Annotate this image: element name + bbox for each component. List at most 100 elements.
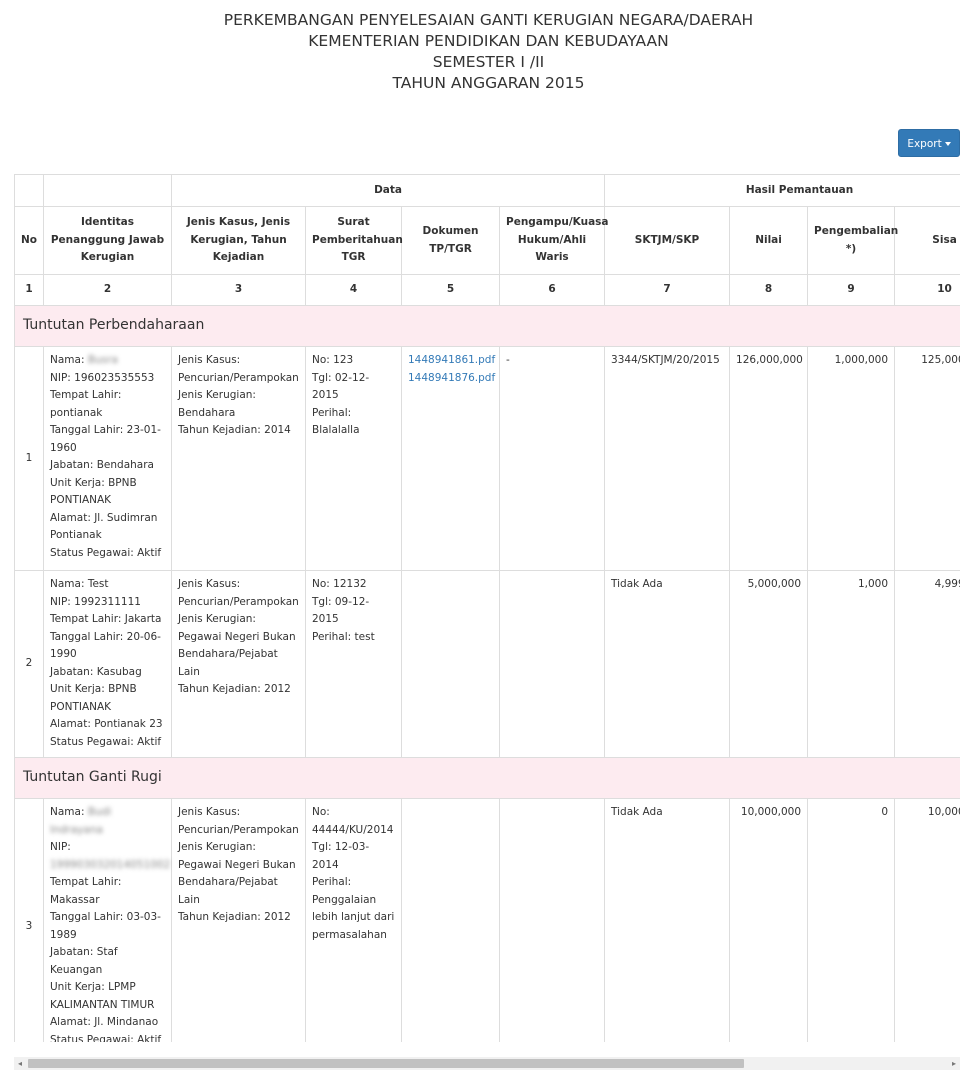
identitas-line: Jabatan: Staf Keuangan <box>50 946 118 976</box>
identitas-nama: Nama: Budi Indrayana <box>50 806 112 836</box>
report-table-container[interactable]: Data Hasil Pemantauan No Identitas Penan… <box>14 174 960 1042</box>
identitas-nama: Nama: Busra <box>50 354 118 366</box>
cell-pengampu <box>498 798 606 1042</box>
surat-line: Tgl: 12-03-2014 <box>312 841 370 871</box>
document-link[interactable]: 1448941876.pdf <box>408 370 495 388</box>
cell-pengembalian: 1,000,000 <box>807 346 896 571</box>
jenis-line: Jenis Kerugian: Bendahara <box>178 389 256 419</box>
col-header-nilai: Nilai <box>729 206 809 275</box>
cell-dokumen: 1448941861.pdf 1448941876.pdf <box>401 346 500 571</box>
col-number: 1 <box>14 274 44 306</box>
surat-line: Tgl: 02-12-2015 <box>312 371 370 402</box>
col-number: 2 <box>43 274 172 306</box>
cell-sktjm: Tidak Ada <box>604 570 731 758</box>
jenis-line: Jenis Kerugian: Pegawai Negeri Bukan Ben… <box>178 613 296 678</box>
cell-surat: No: 44444/KU/2014 Tgl: 12-03-2014 Periha… <box>305 798 402 1042</box>
cell-pengembalian: 0 <box>807 798 896 1042</box>
col-header-identitas: Identitas Penanggung Jawab Kerugian <box>43 206 172 275</box>
title-line-3: SEMESTER I /II <box>432 53 545 71</box>
header-blank-identitas <box>43 174 172 207</box>
cell-sisa: 10,000,000 <box>894 798 960 1042</box>
cell-nilai: 126,000,000 <box>729 346 809 571</box>
jenis-line: Tahun Kejadian: 2012 <box>178 683 291 695</box>
identitas-line: Unit Kerja: BPNB PONTIANAK <box>50 683 137 713</box>
header-row-columns: No Identitas Penanggung Jawab Kerugian J… <box>14 206 960 275</box>
report-table: Data Hasil Pemantauan No Identitas Penan… <box>14 174 960 1042</box>
report-title: PERKEMBANGAN PENYELESAIAN GANTI KERUGIAN… <box>0 10 977 94</box>
cell-surat: No: 12132 Tgl: 09-12-2015 Perihal: test <box>305 570 402 758</box>
identitas-line: Tanggal Lahir: 20-06-1990 <box>50 630 161 661</box>
surat-line: No: 123 <box>312 354 354 366</box>
cell-pengembalian: 1,000 <box>807 570 896 758</box>
identitas-line: NIP: <box>50 841 71 853</box>
scroll-left-icon[interactable]: ◂ <box>14 1057 26 1070</box>
horizontal-scrollbar[interactable]: ◂ ▸ <box>14 1057 960 1070</box>
cell-jenis: Jenis Kasus: Pencurian/Perampokan Jenis … <box>171 570 306 758</box>
col-header-pengembalian: Pengembalian *) <box>807 206 898 275</box>
header-row-groups: Data Hasil Pemantauan <box>14 174 960 207</box>
cell-dokumen <box>401 798 500 1042</box>
col-header-sisa: Sisa <box>894 206 960 275</box>
surat-line: No: 12132 <box>312 578 367 590</box>
surat-line: Perihal: Penggalaian lebih lanjut dari p… <box>312 876 395 941</box>
caret-down-icon <box>944 142 951 146</box>
cell-pengampu <box>498 570 606 758</box>
col-number: 7 <box>604 274 731 306</box>
col-number: 8 <box>729 274 809 306</box>
cell-sktjm: Tidak Ada <box>604 798 731 1042</box>
jenis-line: Tahun Kejadian: 2014 <box>178 424 291 436</box>
identitas-line: Jabatan: Bendahara <box>50 459 154 471</box>
cell-jenis: Jenis Kasus: Pencurian/Perampokan Jenis … <box>171 798 306 1042</box>
identitas-line: Unit Kerja: BPNB PONTIANAK <box>50 476 137 507</box>
col-number: 3 <box>171 274 306 306</box>
col-number: 5 <box>401 274 500 306</box>
export-button[interactable]: Export <box>898 129 960 157</box>
cell-dokumen <box>401 570 500 758</box>
surat-line: Tgl: 09-12-2015 <box>312 595 370 626</box>
row-no: 1 <box>14 346 44 571</box>
surat-line: Perihal: Blalalalla <box>312 406 360 437</box>
col-header-surat: Surat Pemberitahuan TGR <box>305 206 403 275</box>
col-header-pengampu: Pengampu/Kuasa Hukum/Ahli Waris <box>498 206 609 275</box>
table-row: 2 Nama: Test NIP: 1992311111 Tempat Lahi… <box>14 570 960 758</box>
header-group-hasil: Hasil Pemantauan <box>604 174 960 207</box>
title-line-4: TAHUN ANGGARAN 2015 <box>392 74 585 92</box>
jenis-line: Jenis Kerugian: Pegawai Negeri Bukan Ben… <box>178 841 296 906</box>
cell-surat: No: 123 Tgl: 02-12-2015 Perihal: Blalala… <box>305 346 402 571</box>
identitas-line: Tempat Lahir: Makassar <box>50 876 122 906</box>
scroll-right-icon[interactable]: ▸ <box>948 1057 960 1070</box>
group-row-ganti-rugi: Tuntutan Ganti Rugi <box>14 757 960 799</box>
identitas-line: Tanggal Lahir: 23-01-1960 <box>50 424 161 454</box>
header-blank-no <box>14 174 44 207</box>
cell-sktjm: 3344/SKTJM/20/2015 <box>604 346 731 571</box>
identitas-line: Status Pegawai: Aktif <box>50 1033 162 1043</box>
jenis-line: Jenis Kasus: Pencurian/Perampokan <box>178 578 299 608</box>
table-row: 1 Nama: Busra NIP: 196023535553 Tempat L… <box>14 346 960 571</box>
document-link[interactable]: 1448941861.pdf <box>408 352 495 370</box>
group-row-perbendaharaan: Tuntutan Perbendaharaan <box>14 305 960 347</box>
jenis-line: Tahun Kejadian: 2012 <box>178 911 291 923</box>
surat-line: Perihal: test <box>312 630 375 643</box>
table-row: 3 Nama: Budi Indrayana NIP: 199903032014… <box>14 798 960 1043</box>
redacted-nip: 199903032014051002 <box>50 858 171 871</box>
title-line-2: KEMENTERIAN PENDIDIKAN DAN KEBUDAYAAN <box>308 32 669 50</box>
identitas-line: Nama: Test <box>50 578 109 590</box>
cell-nilai: 5,000,000 <box>729 570 809 758</box>
header-row-numbers: 1 2 3 4 5 6 7 8 9 10 <box>14 274 960 306</box>
col-header-no: No <box>14 206 44 275</box>
jenis-line: Jenis Kasus: Pencurian/Perampokan <box>178 354 299 384</box>
col-header-jenis: Jenis Kasus, Jenis Kerugian, Tahun Kejad… <box>171 206 306 275</box>
cell-identitas: Nama: Test NIP: 1992311111 Tempat Lahir:… <box>43 570 172 758</box>
title-line-1: PERKEMBANGAN PENYELESAIAN GANTI KERUGIAN… <box>223 11 754 29</box>
cell-pengampu: - <box>498 346 606 571</box>
identitas-line: NIP: 196023535553 <box>50 371 155 384</box>
cell-nilai: 10,000,000 <box>729 798 809 1042</box>
group-label: Tuntutan Perbendaharaan <box>14 305 960 347</box>
col-number: 10 <box>894 274 960 306</box>
identitas-line: Unit Kerja: LPMP KALIMANTAN TIMUR <box>50 981 155 1011</box>
redacted-name: Busra <box>87 354 118 366</box>
cell-jenis: Jenis Kasus: Pencurian/Perampokan Jenis … <box>171 346 306 571</box>
identitas-line: Tanggal Lahir: 03-03-1989 <box>50 911 161 941</box>
identitas-line: Status Pegawai: Aktif <box>50 735 162 748</box>
scrollbar-thumb[interactable] <box>28 1059 744 1068</box>
